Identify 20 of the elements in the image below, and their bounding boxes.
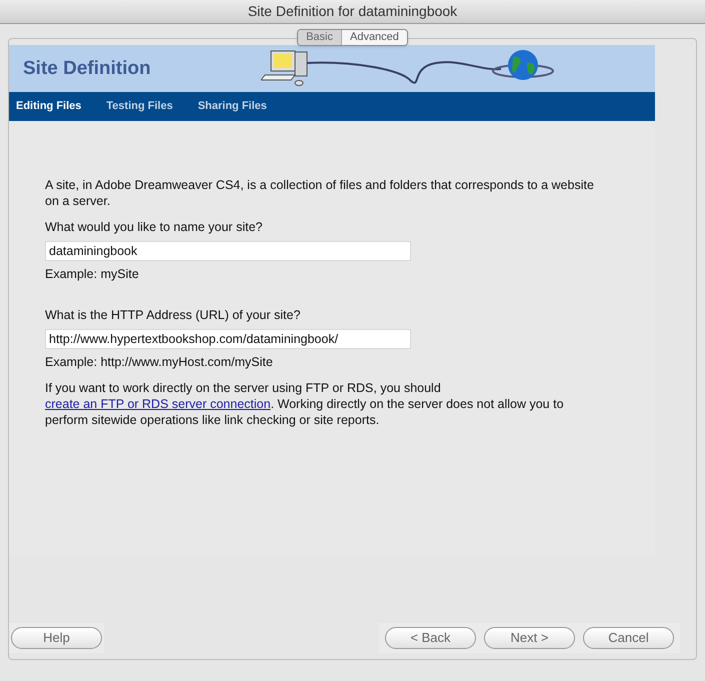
dialog-button[interactable]: < Back <box>385 627 476 649</box>
input-field[interactable]: http://www.hypertextbookshop.com/dataminingbook/ <box>45 329 411 349</box>
dialog-button[interactable]: Help <box>11 627 102 649</box>
dialog-button[interactable]: Next > <box>484 627 575 649</box>
banner-title: Site Definition <box>23 57 151 82</box>
nav-tab[interactable]: Sharing Files <box>198 98 267 115</box>
nav-tab[interactable]: Editing Files <box>16 98 82 115</box>
window-title: Site Definition for dataminingbook <box>248 2 458 21</box>
input-field[interactable]: dataminingbook <box>45 241 411 261</box>
mode-tab[interactable]: Basic <box>298 30 341 45</box>
example-text: Example: http://www.myHost.com/mySite <box>45 354 274 370</box>
example-text: Example: mySite <box>45 266 140 282</box>
nav-tab[interactable]: Testing Files <box>106 98 173 115</box>
note-text: If you want to work directly on the server using FTP or RDS, you should create an FTP or RDS server connection. Working directly on the server does not allow you to perform sitewide operations like link checking or site reports. <box>45 380 565 428</box>
mode-tab[interactable]: Advanced <box>340 30 407 45</box>
field-label: What would you like to name your site? <box>45 219 264 235</box>
dialog-button[interactable]: Cancel <box>583 627 674 649</box>
field-label: What is the HTTP Address (URL) of your site? <box>45 307 302 323</box>
intro-text: A site, in Adobe Dreamweaver CS4, is a collection of files and folders that corresponds to a website on a server. <box>45 177 595 209</box>
server-connection-link[interactable]: create an FTP or RDS server connection <box>45 397 271 411</box>
